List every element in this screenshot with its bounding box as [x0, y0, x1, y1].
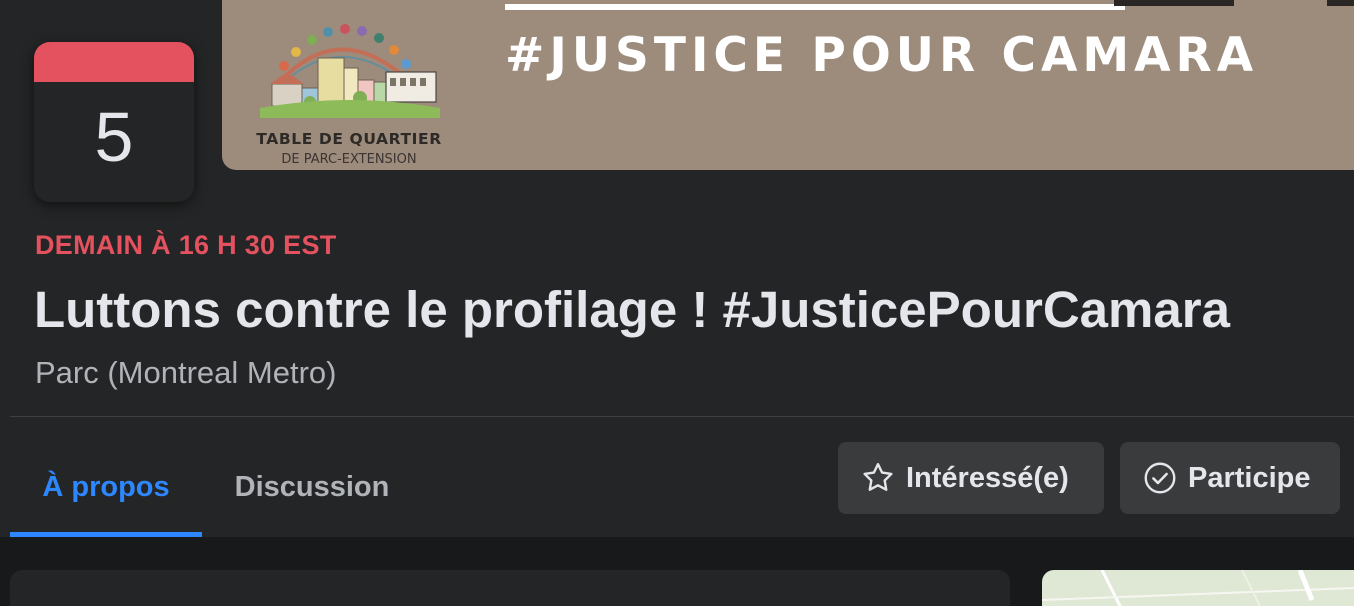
map-roads [1042, 570, 1354, 606]
calendar-day-number: 5 [94, 98, 134, 176]
interested-button[interactable]: Intéressé(e) [838, 442, 1104, 514]
section-divider [10, 416, 1354, 417]
logo-subtitle-text: DE PARC-EXTENSION [281, 152, 417, 167]
cover-top-stripe [505, 4, 1125, 10]
event-cover-image[interactable]: #JUSTICE POUR CAMARA TABLE DE QUARTIER D… [222, 0, 1354, 170]
check-circle-icon [1142, 460, 1178, 496]
star-icon [860, 460, 896, 496]
event-title: Luttons contre le profilage ! #JusticePo… [34, 281, 1230, 338]
event-details-card [10, 570, 1010, 606]
location-map-preview[interactable] [1042, 570, 1354, 606]
tab-about[interactable]: À propos [10, 437, 202, 537]
cover-photo-edge [1327, 0, 1354, 6]
calendar-date-tile: 5 [34, 42, 194, 202]
neighbourhood-illustration [260, 24, 440, 118]
going-button-label: Participe [1188, 461, 1311, 494]
event-page: #JUSTICE POUR CAMARA TABLE DE QUARTIER D… [0, 0, 1354, 606]
interested-button-label: Intéressé(e) [906, 461, 1069, 494]
going-button[interactable]: Participe [1120, 442, 1340, 514]
calendar-header [34, 42, 194, 82]
logo-title-text: TABLE DE QUARTIER [256, 130, 442, 148]
tab-discussion-label: Discussion [234, 470, 390, 503]
tab-discussion[interactable]: Discussion [222, 437, 402, 537]
table-de-quartier-logo: TABLE DE QUARTIER DE PARC-EXTENSION [240, 22, 456, 168]
event-date-time: DEMAIN À 16 H 30 EST [35, 230, 337, 260]
event-location[interactable]: Parc (Montreal Metro) [35, 355, 336, 391]
cover-hashtag-text: #JUSTICE POUR CAMARA [505, 28, 1259, 83]
cover-photo-edge [1114, 0, 1234, 6]
tab-about-label: À propos [42, 470, 170, 503]
